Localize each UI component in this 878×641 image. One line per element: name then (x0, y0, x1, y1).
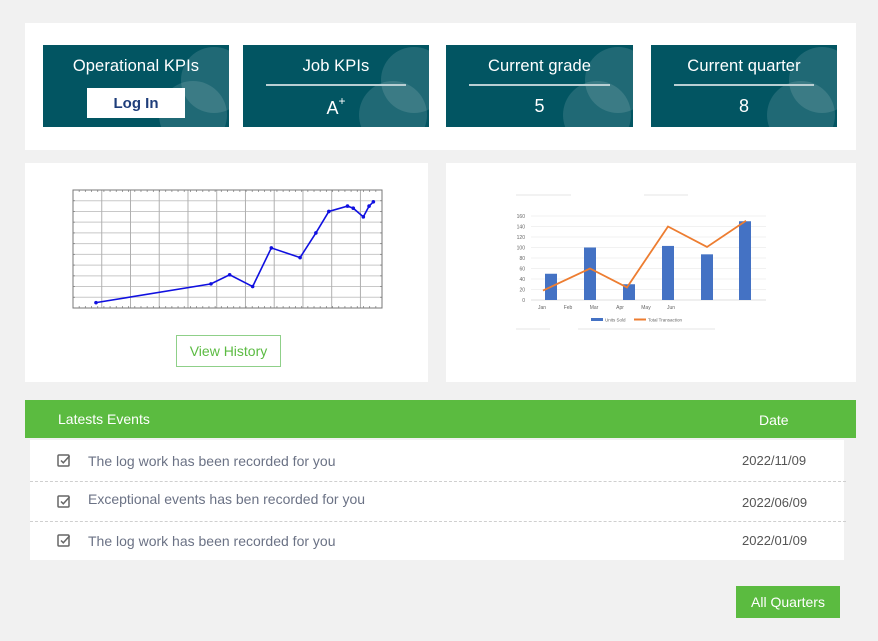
events-list: The log work has been recorded for you 2… (30, 440, 846, 560)
event-message: The log work has been recorded for you (88, 533, 336, 549)
event-row[interactable]: The log work has been recorded for you 2… (30, 440, 844, 480)
y-tick-label: 100 (517, 246, 526, 252)
bar-units-sold (701, 254, 713, 300)
y-tick-label: 20 (519, 288, 525, 294)
x-tick-label: Jun (667, 305, 675, 311)
bar-units-sold (662, 245, 674, 300)
all-quarters-button[interactable]: All Quarters (736, 586, 840, 618)
bar-units-sold (584, 247, 596, 300)
x-tick-label: May (641, 305, 651, 311)
bar-units-sold (739, 221, 751, 300)
event-date: 2022/01/09 (742, 533, 808, 548)
y-tick-label: 160 (517, 214, 526, 220)
event-message: Exceptional events has ben recorded for … (88, 491, 366, 507)
x-tick-label: Feb (564, 305, 573, 311)
events-header-title: Latests Events (58, 411, 150, 427)
legend-label-units-sold: Units Sold (605, 318, 626, 323)
checkbox-checked-icon (57, 495, 71, 508)
checkbox-checked-icon (57, 454, 71, 467)
event-row[interactable]: The log work has been recorded for you 2… (30, 520, 844, 560)
events-header-date: Date (759, 412, 789, 428)
y-tick-label: 80 (519, 256, 525, 262)
legend-swatch-units-sold (591, 318, 603, 321)
y-tick-label: 60 (519, 267, 525, 273)
x-tick-label: Jan (538, 305, 546, 311)
event-date: 2022/06/09 (742, 495, 808, 510)
x-tick-label: Mar (590, 305, 599, 311)
line-total-transaction (542, 219, 747, 292)
event-message: The log work has been recorded for you (88, 453, 336, 469)
y-tick-label: 40 (519, 277, 525, 283)
y-tick-label: 0 (522, 298, 525, 304)
legend-label-total-transaction: Total Transaction (648, 318, 683, 323)
x-tick-label: Apr (616, 305, 624, 311)
checkbox-checked-icon (57, 534, 71, 547)
y-tick-label: 140 (517, 225, 526, 231)
y-tick-label: 120 (517, 235, 526, 241)
event-date: 2022/11/09 (742, 453, 807, 468)
event-row[interactable]: Exceptional events has ben recorded for … (30, 479, 844, 519)
legend-swatch-total-transaction (634, 318, 646, 321)
events-header: Latests Events Date (25, 400, 856, 438)
